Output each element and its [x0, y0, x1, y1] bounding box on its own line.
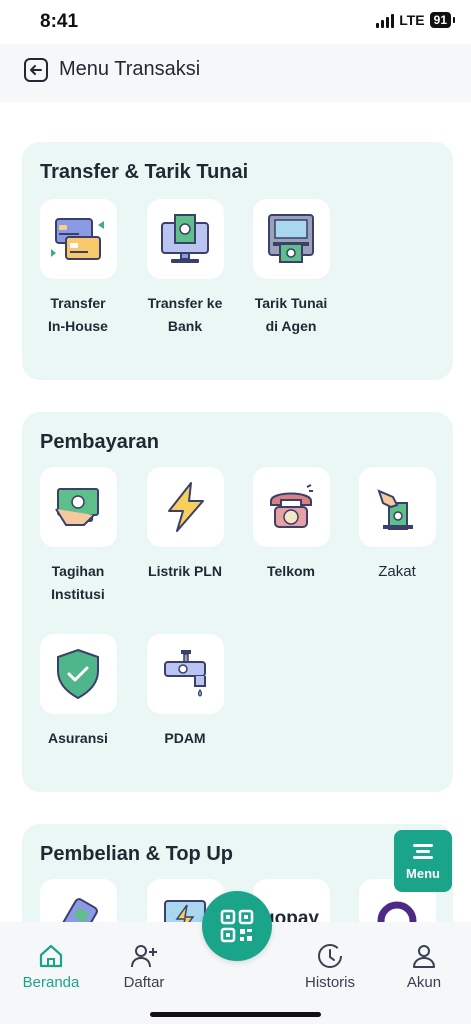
nav-label: Daftar — [123, 974, 165, 991]
item-label: PDAM — [164, 730, 206, 746]
icon-tile — [146, 634, 224, 714]
menu-item-telkom[interactable]: Telkom — [245, 467, 337, 583]
icon-tile — [252, 199, 330, 279]
network-type: LTE — [399, 12, 425, 28]
menu-item-transfer-inhouse[interactable]: Transfer In-House — [32, 199, 124, 338]
menu-floating-button[interactable]: Menu — [394, 830, 452, 892]
hamburger-icon — [413, 841, 433, 862]
donation-box-icon — [377, 489, 413, 530]
item-label: Transfer In-House — [48, 295, 108, 334]
menu-item-pulsa[interactable] — [32, 879, 124, 922]
page-title: Menu Transaksi — [59, 58, 201, 80]
menu-button-label: Menu — [406, 866, 440, 881]
section-title: Pembayaran — [40, 431, 159, 453]
user-icon — [413, 945, 435, 968]
section-transfer: Transfer & Tarik Tunai Transfer In-House — [22, 142, 453, 380]
item-label: Listrik PLN — [148, 563, 222, 579]
icon-tile — [146, 199, 224, 279]
section-pembayaran: Pembayaran Tagihan Institusi Listrik PLN — [22, 412, 453, 792]
nav-item-akun[interactable]: Akun — [379, 942, 469, 991]
transaction-menu-content[interactable]: Transfer & Tarik Tunai Transfer In-House — [0, 102, 471, 922]
icon-tile — [358, 467, 436, 547]
section-title: Transfer & Tarik Tunai — [40, 161, 249, 183]
menu-item-transfer-bank[interactable]: Transfer ke Bank — [139, 199, 231, 338]
icon-tile — [252, 467, 330, 547]
menu-item-pdam[interactable]: PDAM — [139, 634, 231, 750]
add-user-icon — [131, 945, 157, 968]
signal-icon — [376, 13, 395, 28]
menu-item-tarik-tunai[interactable]: Tarik Tunai di Agen — [245, 199, 337, 338]
nav-item-daftar[interactable]: Daftar — [99, 942, 189, 991]
shield-check-icon — [57, 648, 99, 700]
home-icon — [39, 944, 63, 968]
app-header: Menu Transaksi — [0, 44, 471, 102]
home-indicator — [150, 1012, 321, 1017]
section-title: Pembelian & Top Up — [40, 843, 233, 865]
nav-item-historis[interactable]: Historis — [285, 942, 375, 991]
menu-item-zakat[interactable]: Zakat — [351, 467, 443, 583]
history-clock-icon — [318, 944, 342, 968]
hand-money-icon — [55, 488, 99, 526]
battery-icon: 91 — [429, 12, 456, 28]
item-label: Tagihan Institusi — [51, 563, 105, 602]
status-indicators: LTE 91 — [376, 12, 456, 28]
nav-item-beranda[interactable]: Beranda — [6, 942, 96, 991]
item-label: Telkom — [267, 563, 315, 579]
status-bar: 8:41 LTE 91 — [0, 0, 471, 44]
icon-tile — [39, 634, 117, 714]
nav-label: Beranda — [22, 974, 80, 991]
nav-label: Historis — [304, 974, 355, 991]
back-button[interactable] — [24, 58, 48, 82]
qr-code-icon — [220, 909, 254, 943]
qr-scan-button[interactable] — [202, 891, 272, 961]
icon-tile — [39, 879, 117, 922]
transfer-cards-icon — [51, 218, 104, 260]
monitor-money-icon — [161, 214, 209, 263]
item-label: Zakat — [378, 563, 416, 580]
ovo-logo — [377, 901, 417, 922]
nav-label: Akun — [406, 974, 442, 991]
icon-tile — [146, 467, 224, 547]
telephone-icon — [270, 484, 313, 528]
water-tap-icon — [164, 650, 206, 697]
icon-tile — [39, 467, 117, 547]
phone-credit-icon — [58, 898, 98, 922]
item-label: Transfer ke Bank — [147, 295, 223, 334]
menu-item-tagihan-institusi[interactable]: Tagihan Institusi — [32, 467, 124, 606]
icon-tile — [39, 199, 117, 279]
item-label: Tarik Tunai di Agen — [254, 295, 328, 334]
item-label: Asuransi — [48, 730, 108, 746]
arrow-left-icon — [30, 65, 42, 75]
menu-item-asuransi[interactable]: Asuransi — [32, 634, 124, 750]
lightning-icon — [168, 482, 204, 532]
status-time: 8:41 — [40, 11, 79, 32]
menu-item-listrik-pln[interactable]: Listrik PLN — [139, 467, 231, 583]
atm-icon — [268, 214, 314, 263]
